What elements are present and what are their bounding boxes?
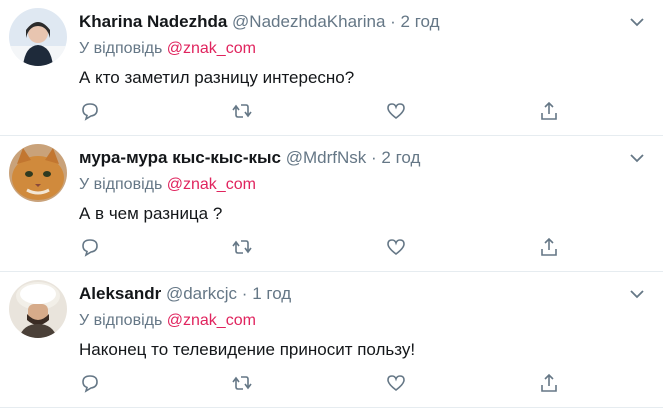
retweet-icon[interactable] [231,236,253,258]
reply-icon[interactable] [79,372,101,394]
retweet-icon[interactable] [231,372,253,394]
tweet-text: А в чем разница ? [79,204,223,223]
share-icon[interactable] [538,236,560,258]
share-icon[interactable] [538,372,560,394]
tweet-actions [79,100,569,126]
avatar[interactable] [9,8,67,66]
caret-down-icon[interactable] [629,150,645,163]
caret-down-icon[interactable] [629,14,645,27]
avatar[interactable] [9,280,67,338]
reply-prefix: У відповідь [79,312,163,329]
author-name[interactable]: Aleksandr [79,284,161,303]
reply-context: У відповідь @znak_com [79,176,256,194]
tweet-actions [79,236,569,262]
author-name[interactable]: Kharina Nadezhda [79,12,227,31]
reply-context: У відповідь @znak_com [79,312,256,330]
mention-link[interactable]: @znak_com [167,40,256,57]
author-handle[interactable]: @NadezhdaKharina [232,12,385,31]
share-icon[interactable] [538,100,560,122]
reply-icon[interactable] [79,100,101,122]
tweet-header: мура-мура кыс-кыс-кыс @MdrfNsk · 2 год [79,148,420,168]
tweet[interactable]: Aleksandr @darkcjc · 1 год У відповідь @… [0,272,663,408]
tweet-actions [79,372,569,398]
reply-prefix: У відповідь [79,40,163,57]
author-name[interactable]: мура-мура кыс-кыс-кыс [79,148,281,167]
separator-dot: · [371,148,377,167]
author-handle[interactable]: @darkcjc [166,284,237,303]
reply-prefix: У відповідь [79,176,163,193]
timestamp[interactable]: 1 год [252,284,291,303]
separator-dot: · [241,284,248,303]
timestamp[interactable]: 2 год [381,148,420,167]
author-handle[interactable]: @MdrfNsk [286,148,367,167]
avatar[interactable] [9,144,67,202]
mention-link[interactable]: @znak_com [167,176,256,193]
like-icon[interactable] [385,100,407,122]
tweet-header: Aleksandr @darkcjc · 1 год [79,284,291,304]
tweet-text: А кто заметил разницу интересно? [79,68,355,87]
tweet[interactable]: мура-мура кыс-кыс-кыс @MdrfNsk · 2 год У… [0,136,663,272]
like-icon[interactable] [385,236,407,258]
separator-dot: · [390,12,396,31]
tweet[interactable]: Kharina Nadezhda @NadezhdaKharina · 2 го… [0,0,663,136]
retweet-icon[interactable] [231,100,253,122]
timestamp[interactable]: 2 год [401,12,440,31]
caret-down-icon[interactable] [629,286,645,299]
reply-context: У відповідь @znak_com [79,40,256,58]
mention-link[interactable]: @znak_com [167,312,256,329]
tweet-text: Наконец то телевидение приносит пользу! [79,340,416,359]
like-icon[interactable] [385,372,407,394]
reply-icon[interactable] [79,236,101,258]
tweet-header: Kharina Nadezhda @NadezhdaKharina · 2 го… [79,12,440,32]
